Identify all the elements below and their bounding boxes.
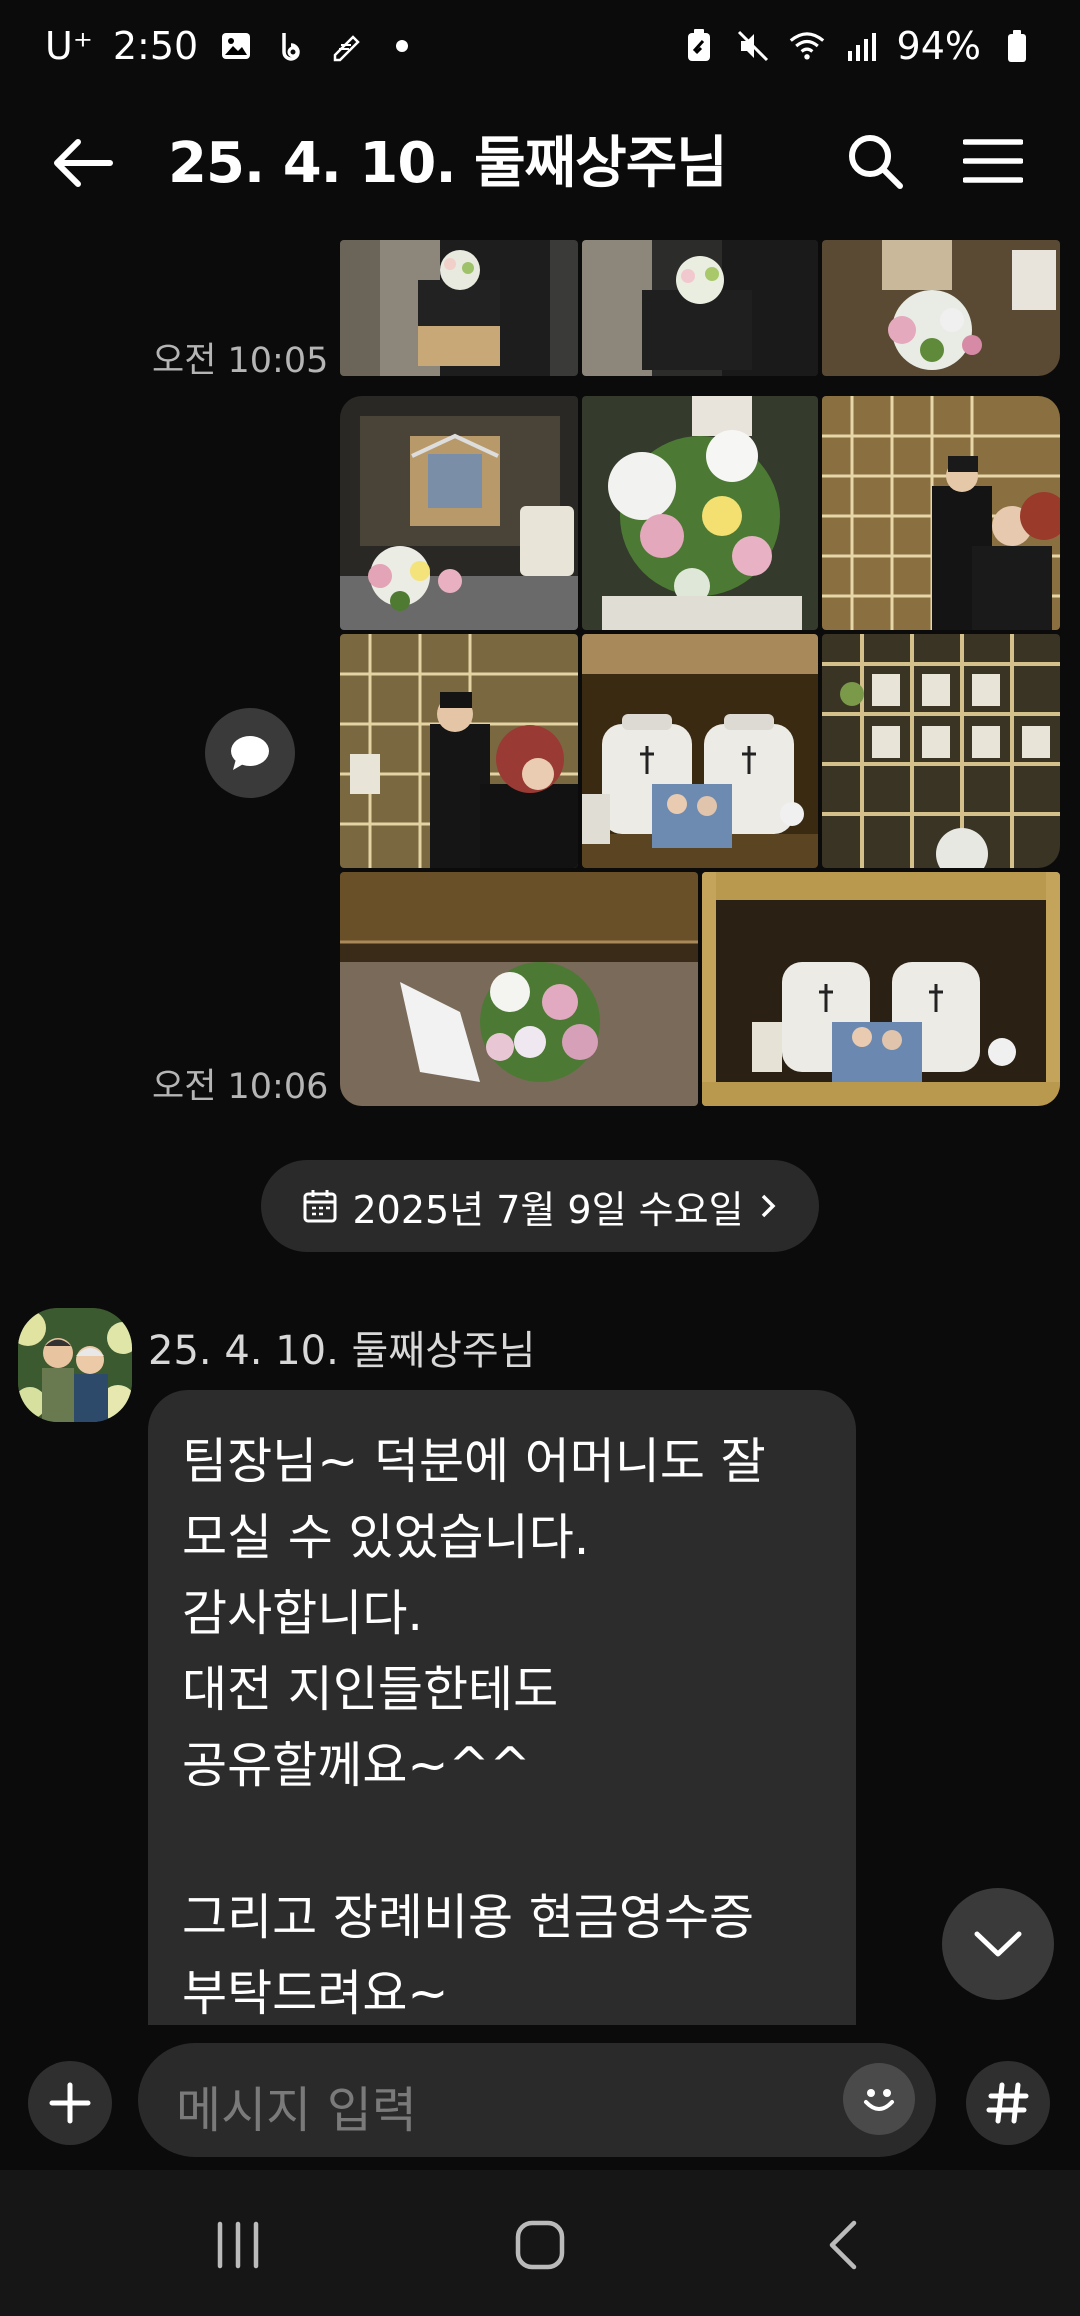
message-line (182, 1804, 822, 1880)
chevron-right-icon (761, 1194, 776, 1218)
menu-button[interactable] (958, 126, 1028, 196)
avatar[interactable] (18, 1308, 132, 1422)
notification-dot-icon (396, 40, 409, 52)
chevron-down-icon (974, 1931, 1022, 1957)
share-button[interactable] (205, 708, 295, 798)
menu-icon (963, 139, 1023, 183)
status-left: U⁺ 2:50 (45, 24, 409, 68)
signal-icon (843, 28, 879, 64)
message-line: 모실 수 있었습니다. (182, 1509, 590, 1566)
system-nav-bar (0, 2170, 1080, 2316)
date-divider[interactable]: 2025년 7월 9일 수요일 (261, 1160, 819, 1252)
mute-icon (735, 28, 771, 64)
message-line: 팀장님~ 덕분에 어머니도 잘 (182, 1433, 766, 1490)
wifi-icon (789, 28, 825, 64)
attach-button[interactable] (28, 2061, 112, 2145)
message-line: 대전 지인들한테도 (182, 1661, 559, 1718)
battery-icon (999, 28, 1035, 64)
message-input[interactable]: 메시지 입력 (138, 2043, 936, 2157)
recent-apps-icon (217, 2221, 259, 2269)
gallery-icon (218, 28, 254, 64)
album-photo-6[interactable] (822, 396, 1060, 630)
message-bubble[interactable]: 팀장님~ 덕분에 어머니도 잘 모실 수 있었습니다. 감사합니다. 대전 지인… (148, 1390, 856, 2025)
speech-bubble-icon (231, 736, 269, 770)
back-nav-icon (829, 2220, 857, 2270)
album-photo-3[interactable] (822, 240, 1060, 376)
album-photo-10[interactable] (340, 872, 698, 1106)
message-line: 그리고 장례비용 현금영수증 (182, 1889, 755, 1946)
album-photo-9[interactable] (822, 634, 1060, 868)
chat-area[interactable]: 오전 10:05 오전 10:06 2025년 7월 9일 수요일 25. 4.… (0, 240, 1080, 2025)
timestamp-1: 오전 10:05 (152, 341, 329, 381)
scroll-to-bottom-button[interactable] (942, 1888, 1054, 2000)
message-input-placeholder: 메시지 입력 (176, 2082, 417, 2139)
hashtag-button[interactable] (966, 2061, 1050, 2145)
calendar-icon (303, 1190, 337, 1223)
band-app-icon (274, 28, 310, 64)
arrow-left-icon (54, 139, 113, 187)
note-edit-icon (330, 28, 366, 64)
search-button[interactable] (840, 126, 910, 196)
recent-apps-button[interactable] (188, 2200, 288, 2290)
battery-percent: 94% (896, 24, 981, 68)
home-icon (515, 2220, 565, 2270)
message-line: 공유할께요~^^ (182, 1737, 531, 1794)
date-divider-label: 2025년 7월 9일 수요일 (352, 1187, 744, 1232)
plus-icon (49, 2082, 91, 2124)
smile-icon (864, 2089, 894, 2111)
chat-header: 25. 4. 10. 둘째상주님 (0, 100, 1080, 220)
input-bar: 메시지 입력 (0, 2025, 1080, 2170)
album-photo-7[interactable] (340, 634, 578, 868)
album-photo-11[interactable] (702, 872, 1060, 1106)
search-icon (849, 135, 903, 189)
battery-saver-icon (681, 28, 717, 64)
back-nav-button[interactable] (794, 2200, 894, 2290)
status-bar: U⁺ 2:50 94% (0, 0, 1080, 92)
home-button[interactable] (490, 2200, 590, 2290)
album-photo-5[interactable] (582, 396, 818, 630)
status-right: 94% (681, 24, 1035, 68)
album-photo-8[interactable] (582, 634, 818, 868)
timestamp-2: 오전 10:06 (152, 1067, 329, 1107)
chat-title: 25. 4. 10. 둘째상주님 (168, 131, 728, 196)
hash-icon (986, 2082, 1029, 2124)
album-photo-2[interactable] (582, 240, 818, 376)
carrier-label: U⁺ (45, 24, 93, 68)
sender-name: 25. 4. 10. 둘째상주님 (148, 1328, 536, 1374)
album-photo-1[interactable] (340, 240, 578, 376)
message-line: 감사합니다. (182, 1585, 423, 1642)
clock: 2:50 (112, 24, 199, 68)
emoji-button[interactable] (843, 2063, 915, 2135)
back-button[interactable] (48, 128, 118, 198)
message-line: 부탁드려요~ (182, 1965, 449, 2022)
album-photo-4[interactable] (340, 396, 578, 630)
